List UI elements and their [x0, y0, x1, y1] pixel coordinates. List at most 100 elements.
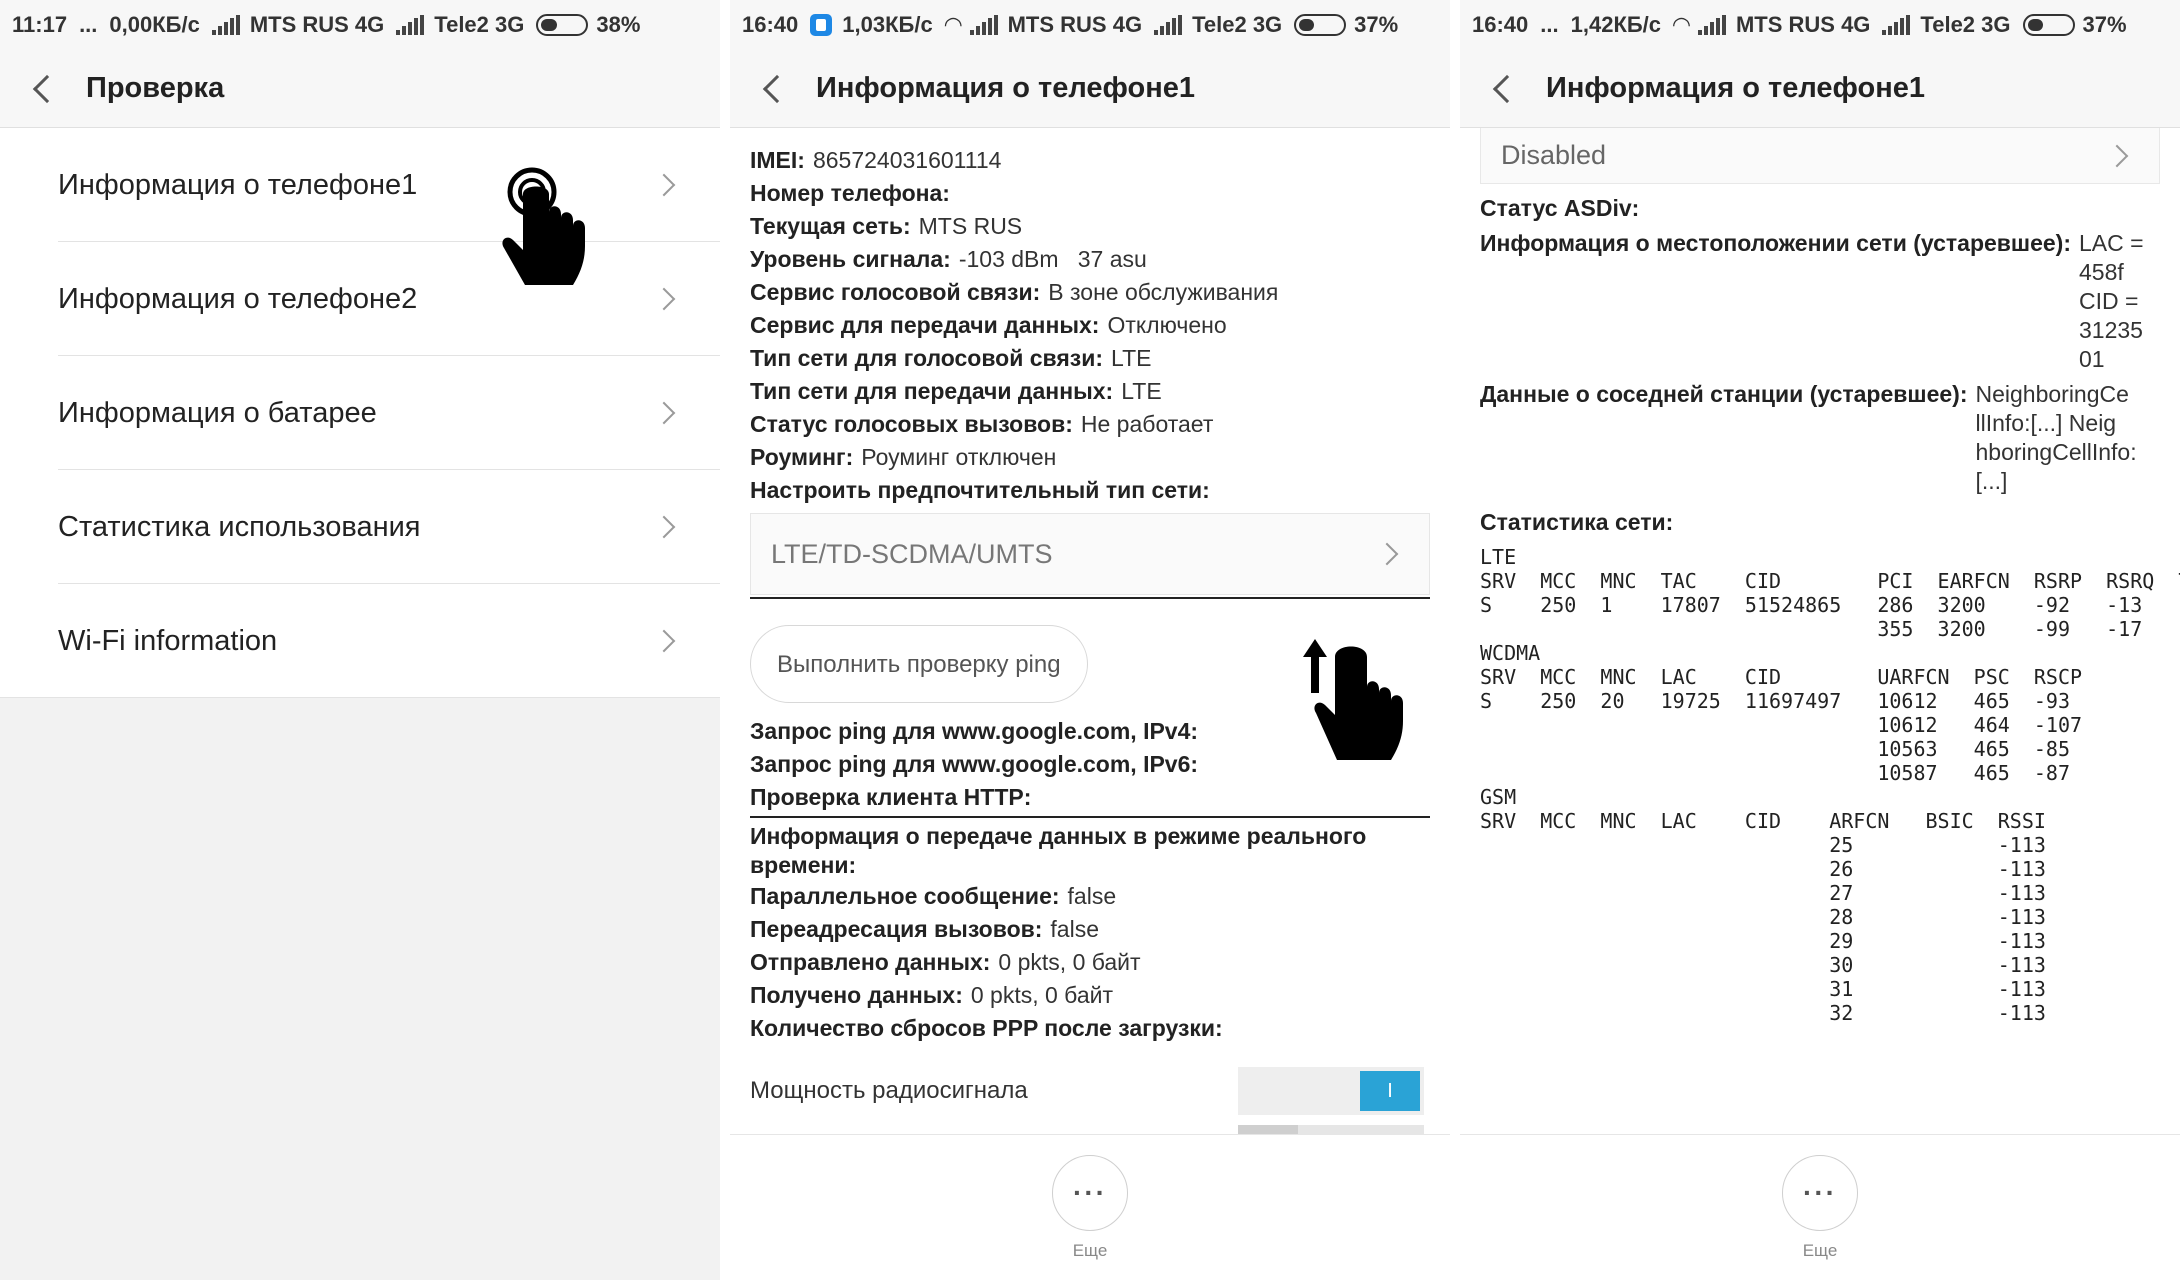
menu-item-label: Информация о телефоне1	[58, 168, 418, 201]
info-asdiv-status: Статус ASDiv:	[1480, 195, 1640, 221]
status-operator-1: MTS RUS 4G	[1735, 12, 1871, 37]
more-label: Еще	[1802, 1240, 1838, 1260]
screen-phone-info-1: 16:40 1,03КБ/с ◠ MTS RUS 4G Tele2 3G 37%…	[730, 0, 1450, 1280]
radio-power-label: Мощность радиосигнала	[750, 1077, 1028, 1104]
chevron-right-icon	[652, 515, 676, 539]
wifi-icon: ◠	[1673, 12, 1690, 37]
screen-check-menu: 11:17 ... 0,00КБ/с MTS RUS 4G Tele2 3G 3…	[0, 0, 720, 1280]
menu-item-battery-info[interactable]: Информация о батарее	[0, 356, 720, 470]
status-operator-2: Tele2 3G	[1192, 12, 1283, 37]
chevron-right-icon	[2105, 144, 2129, 167]
network-type-value: LTE/TD-SCDMA/UMTS	[771, 538, 1053, 569]
tap-hand-icon	[502, 167, 585, 285]
menu-item-label: Информация о батарее	[58, 396, 377, 429]
more-button[interactable]: ···	[1782, 1154, 1858, 1231]
page-title: Информация о телефоне1	[816, 72, 1195, 104]
info-ppp-resets: Количество сбросов PPP после загрузки:	[750, 1015, 1223, 1041]
info-current-network: Текущая сеть: MTS RUS	[750, 213, 1023, 239]
more-button[interactable]: ···	[1052, 1154, 1128, 1231]
status-bar: 11:17 ... 0,00КБ/с MTS RUS 4G Tele2 3G 3…	[0, 0, 720, 50]
status-time: 16:40	[1472, 12, 1529, 37]
info-preferred-network-label: Настроить предпочтительный тип сети:	[750, 477, 1210, 503]
menu-item-phone-info-1[interactable]: Информация о телефоне1	[0, 128, 720, 242]
signal-icon	[1154, 15, 1183, 35]
battery-icon	[1294, 14, 1347, 36]
chevron-right-icon	[1375, 542, 1399, 566]
status-time: 16:40	[742, 12, 799, 37]
divider	[750, 597, 1430, 599]
status-dots: ...	[79, 12, 98, 37]
status-operator-2: Tele2 3G	[434, 12, 525, 37]
chevron-right-icon	[652, 629, 676, 653]
status-bar: 16:40 1,03КБ/с ◠ MTS RUS 4G Tele2 3G 37%	[730, 0, 1450, 50]
app-header: Информация о телефоне1	[730, 50, 1450, 128]
http-client-check: Проверка клиента HTTP:	[750, 784, 1032, 810]
chevron-right-icon	[652, 401, 676, 425]
info-data-service: Сервис для передачи данных: Отключено	[750, 312, 1227, 338]
empty-area	[0, 698, 720, 1280]
radio-power-toggle[interactable]: I	[1238, 1067, 1424, 1115]
info-data-network-type: Тип сети для передачи данных: LTE	[750, 378, 1162, 404]
battery-icon	[536, 14, 589, 36]
info-parallel-message: Параллельное сообщение: false	[750, 883, 1117, 909]
signal-icon	[1697, 15, 1726, 35]
swipe-up-hand-icon	[1303, 639, 1403, 760]
info-voice-network-type: Тип сети для голосовой связи: LTE	[750, 345, 1152, 371]
info-network-location: Информация о местоположении сети (устаре…	[1480, 230, 2144, 372]
network-stats-table: LTE SRV MCC MNC TAC CID PCI EARFCN RSRP …	[1480, 545, 2180, 1025]
page-title: Проверка	[86, 72, 225, 104]
radio-power-row: Мощность радиосигнала I	[750, 1067, 1430, 1115]
status-dots: ...	[1540, 12, 1559, 37]
battery-icon	[2022, 14, 2075, 36]
signal-icon	[396, 15, 425, 35]
info-call-status: Статус голосовых вызовов: Не работает	[750, 411, 1214, 437]
battery-percent: 37%	[2082, 12, 2127, 37]
info-voice-service: Сервис голосовой связи: В зоне обслуживан…	[750, 279, 1279, 305]
signal-icon	[1882, 15, 1911, 35]
back-arrow-icon[interactable]	[12, 50, 72, 128]
status-time: 11:17	[12, 12, 68, 37]
divider	[750, 816, 1430, 818]
status-bar: 16:40 ... 1,42КБ/с ◠ MTS RUS 4G Tele2 3G…	[1460, 0, 2180, 50]
setting-value: Disabled	[1501, 140, 1607, 170]
bottom-action-bar: ··· Еще	[1460, 1134, 2180, 1280]
page-title: Информация о телефоне1	[1546, 72, 1925, 104]
signal-icon	[969, 15, 998, 35]
status-speed: 0,00КБ/с	[109, 12, 200, 37]
status-speed: 1,03КБ/с	[842, 12, 933, 37]
run-ping-button[interactable]: Выполнить проверку ping	[750, 625, 1088, 703]
toggle-knob: I	[1360, 1071, 1420, 1111]
info-data-sent: Отправлено данных: 0 pkts, 0 байт	[750, 949, 1141, 975]
info-neighbor-cells: Данные о соседней станции (устаревшее): …	[1480, 381, 2137, 494]
info-content: Disabled Статус ASDiv: Информация о мест…	[1460, 128, 2180, 1168]
realtime-data-title: Информация о передаче данных в режиме ре…	[750, 823, 1367, 878]
info-imei: IMEI: 865724031601114	[750, 147, 1002, 173]
back-arrow-icon[interactable]	[1472, 50, 1532, 128]
setting-select[interactable]: Disabled	[1480, 128, 2160, 184]
info-roaming: Роуминг: Роуминг отключен	[750, 444, 1057, 470]
chevron-right-icon	[652, 173, 676, 197]
battery-percent: 37%	[1354, 12, 1399, 37]
info-phone-number: Номер телефона:	[750, 180, 950, 206]
menu-item-phone-info-2[interactable]: Информация о телефоне2	[0, 242, 720, 356]
status-operator-1: MTS RUS 4G	[1007, 12, 1143, 37]
signal-icon	[211, 15, 240, 35]
menu-item-label: Wi-Fi information	[58, 624, 278, 657]
app-header: Информация о телефоне1	[1460, 50, 2180, 128]
menu-item-wifi-info[interactable]: Wi-Fi information	[0, 584, 720, 698]
status-speed: 1,42КБ/с	[1570, 12, 1662, 37]
bottom-action-bar: ··· Еще	[730, 1134, 1450, 1280]
status-operator-1: MTS RUS 4G	[249, 12, 385, 37]
network-type-select[interactable]: LTE/TD-SCDMA/UMTS	[750, 513, 1430, 595]
menu-list: Информация о телефоне1 Информация о теле…	[0, 128, 720, 698]
info-data-received: Получено данных: 0 pkts, 0 байт	[750, 982, 1114, 1008]
back-arrow-icon[interactable]	[742, 50, 802, 128]
chevron-right-icon	[652, 287, 676, 311]
menu-item-usage-stats[interactable]: Статистика использования	[0, 470, 720, 584]
menu-item-label: Статистика использования	[58, 510, 421, 543]
app-header: Проверка	[0, 50, 720, 128]
info-network-stats-label: Статистика сети:	[1480, 509, 1674, 535]
info-signal-level: Уровень сигнала: -103 dBm 37 asu	[750, 246, 1147, 272]
wifi-icon: ◠	[944, 12, 962, 37]
notification-icon	[810, 14, 833, 36]
